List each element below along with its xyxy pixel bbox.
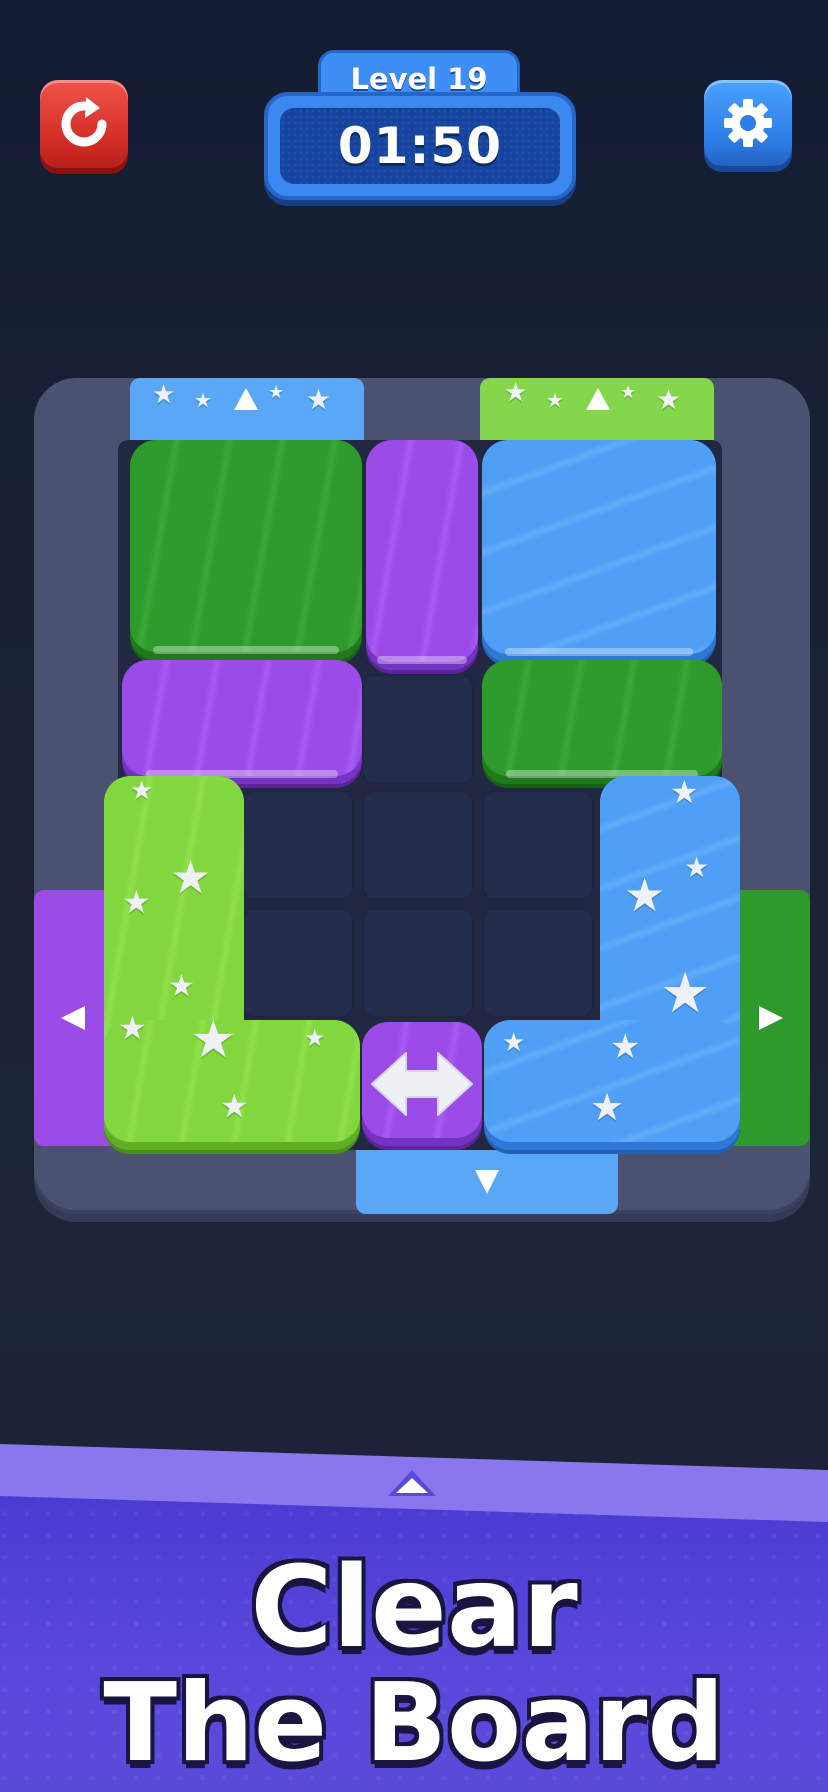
restart-arrow-icon xyxy=(61,97,107,147)
exit-arrow-right-icon xyxy=(759,1006,783,1030)
restart-button[interactable] xyxy=(40,80,128,168)
exit-arrow-up-icon xyxy=(586,388,610,410)
block-green-large[interactable] xyxy=(130,440,362,660)
settings-button[interactable] xyxy=(704,80,792,166)
block-purple-vertical[interactable] xyxy=(366,440,478,670)
banner-line-1: Clear xyxy=(250,1543,578,1673)
chevron-up-icon xyxy=(388,1470,436,1496)
exit-top-green: ★ ★ ★ ★ xyxy=(480,378,714,440)
exit-arrow-left-icon xyxy=(61,1006,85,1030)
double-arrow-horizontal-icon xyxy=(371,1052,473,1116)
block-purple-small[interactable] xyxy=(362,1022,482,1146)
exit-arrow-up-icon xyxy=(234,388,258,410)
block-blue-l[interactable]: ★ ★ ★ ★ ★ ★ ★ xyxy=(484,776,740,1150)
banner-line-2: The Board xyxy=(103,1661,725,1786)
exit-right-green xyxy=(732,890,810,1146)
block-blue-large[interactable] xyxy=(482,440,716,662)
exit-bottom-blue xyxy=(356,1150,618,1214)
gear-icon xyxy=(724,99,772,147)
block-lime-l[interactable]: ★ ★ ★ ★ ★ ★ ★ ★ xyxy=(104,776,360,1150)
exit-top-blue: ★ ★ ★ ★ xyxy=(130,378,364,440)
timer-value: 01:50 xyxy=(337,117,503,175)
level-label: Level 19 xyxy=(350,62,488,96)
exit-arrow-down-icon xyxy=(475,1170,499,1194)
timer-box: 01:50 xyxy=(264,92,576,200)
block-green-horizontal[interactable] xyxy=(482,660,722,784)
exit-left-purple xyxy=(34,890,112,1146)
block-purple-horizontal[interactable] xyxy=(122,660,362,784)
